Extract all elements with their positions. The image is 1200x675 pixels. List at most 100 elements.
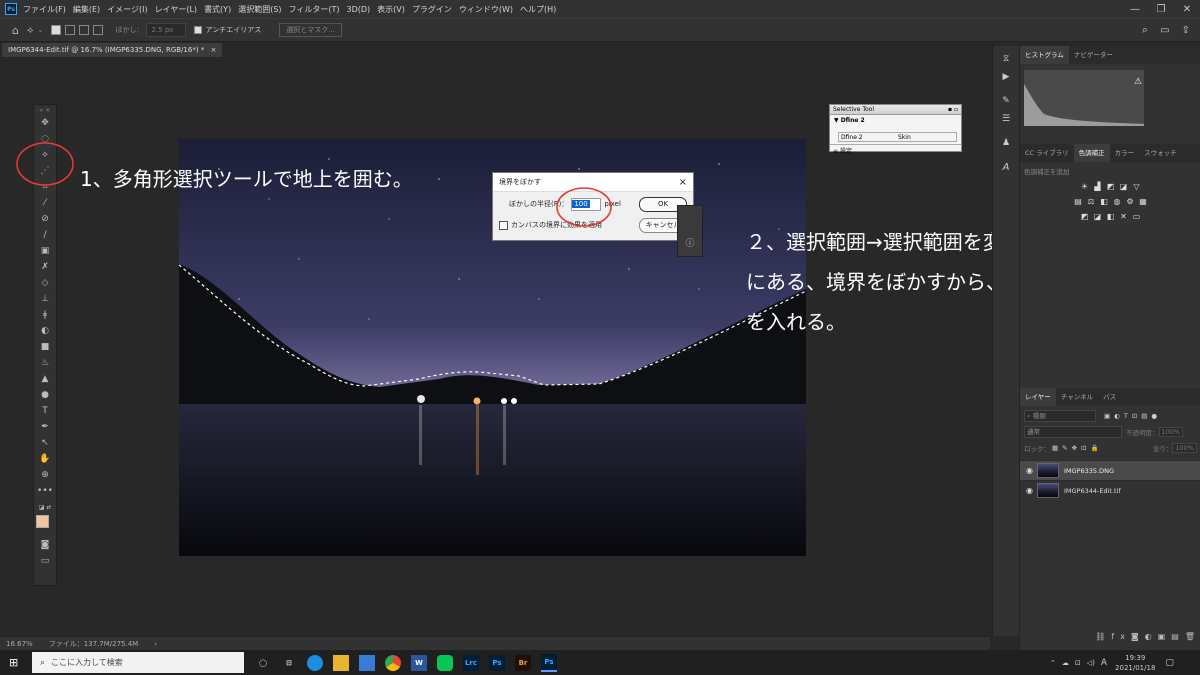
more-tools-icon[interactable]: •••: [34, 483, 56, 499]
posterize-icon[interactable]: ◪: [1093, 212, 1102, 221]
antialias-checkbox[interactable]: [194, 26, 203, 34]
exposure-icon[interactable]: ◪: [1119, 182, 1128, 191]
ime-indicator[interactable]: A: [1101, 658, 1107, 668]
tab-navigator[interactable]: ナビゲーター: [1069, 46, 1118, 64]
hand-tool-icon[interactable]: ✋: [34, 451, 56, 467]
polygonal-lasso-preset-icon[interactable]: ⟡: [27, 25, 34, 36]
menu-filter[interactable]: フィルター(T): [289, 4, 340, 15]
swap-colors-icon[interactable]: ◪ ⇄: [34, 499, 56, 515]
new-selection-icon[interactable]: [51, 25, 62, 35]
people-icon[interactable]: ♟: [993, 138, 1019, 148]
line-app-icon[interactable]: [437, 654, 453, 671]
layer-kind-filter[interactable]: ⌕ 種類: [1024, 410, 1096, 422]
selective-tool-close-icon[interactable]: ▪ ▫: [948, 106, 958, 113]
photoshop-active-icon[interactable]: Ps: [541, 653, 557, 672]
menu-select[interactable]: 選択範囲(S): [238, 4, 281, 15]
apply-edge-checkbox[interactable]: [499, 220, 508, 230]
tab-histogram[interactable]: ヒストグラム: [1020, 46, 1069, 64]
bridge-app-icon[interactable]: Br: [515, 654, 531, 671]
eyedropper-tool-icon[interactable]: ⁄: [34, 195, 56, 211]
tray-chevron-icon[interactable]: ⌃: [1050, 659, 1056, 667]
properties-icon[interactable]: ☰: [993, 114, 1019, 124]
menu-window[interactable]: ウィンドウ(W): [459, 4, 513, 15]
tab-cc-library[interactable]: CC ライブラリ: [1020, 144, 1074, 162]
menu-layer[interactable]: レイヤー(L): [155, 4, 197, 15]
home-icon[interactable]: ⌂: [12, 24, 19, 37]
selective-tool-settings[interactable]: ≡ 設定: [830, 144, 961, 156]
chevron-down-icon[interactable]: ⌄: [38, 26, 44, 34]
selective-color-icon[interactable]: ✕: [1119, 212, 1128, 221]
layer-name[interactable]: IMGP6344-Edit.tif: [1064, 487, 1121, 495]
task-view-icon[interactable]: ◯: [255, 655, 271, 671]
color-swatches[interactable]: [34, 515, 56, 537]
zoom-tool-icon[interactable]: ⊕: [34, 467, 56, 483]
onedrive-icon[interactable]: ☁: [1062, 659, 1069, 667]
select-and-mask-button[interactable]: 選択とマスク...: [279, 23, 342, 37]
close-tab-icon[interactable]: ×: [211, 46, 217, 54]
toolbar-grip-icon[interactable]: » ×: [34, 105, 56, 115]
taskbar-search-box[interactable]: ⌕ ここに入力して検索: [32, 652, 244, 673]
network-icon[interactable]: ⊡: [1075, 659, 1081, 667]
workspace-icon[interactable]: ▭: [1160, 25, 1169, 36]
tab-color[interactable]: カラー: [1110, 144, 1140, 162]
info-icon[interactable]: ⓘ: [678, 236, 702, 249]
close-window-icon[interactable]: ✕: [1174, 4, 1200, 15]
photo-filter-icon[interactable]: ◍: [1113, 197, 1122, 206]
volume-icon[interactable]: ◁): [1087, 659, 1095, 667]
layer-footer-icons[interactable]: ⛓fx◙◐▣▤🗑: [1020, 632, 1200, 641]
menu-plugins[interactable]: プラグイン: [412, 4, 452, 15]
share-icon[interactable]: ⇪: [1182, 25, 1190, 36]
glyphs-icon[interactable]: A: [993, 162, 1019, 173]
tab-paths[interactable]: パス: [1098, 388, 1121, 406]
gradient-tool-icon[interactable]: ◐: [34, 323, 56, 339]
foreground-color[interactable]: [36, 515, 49, 528]
visibility-eye-icon[interactable]: ◉: [1026, 486, 1033, 495]
color-balance-icon[interactable]: ⚖: [1087, 197, 1096, 206]
dialog-close-icon[interactable]: ×: [679, 177, 687, 188]
layer-row[interactable]: ◉ IMGP6335.DNG: [1020, 460, 1200, 480]
history-icon[interactable]: ⧖: [993, 54, 1019, 64]
menu-help[interactable]: ヘルプ(H): [520, 4, 556, 15]
layer-row[interactable]: ◉ IMGP6344-Edit.tif: [1020, 480, 1200, 500]
chrome-icon[interactable]: [385, 654, 401, 671]
tab-swatches[interactable]: スウォッチ: [1139, 144, 1182, 162]
history-brush-tool-icon[interactable]: ✗: [34, 259, 56, 275]
blur-tool-icon[interactable]: ♨: [34, 355, 56, 371]
dodge-tool-icon[interactable]: ●: [34, 387, 56, 403]
actions-play-icon[interactable]: ▶: [993, 72, 1019, 82]
clone-stamp-tool-icon[interactable]: ▣: [34, 243, 56, 259]
notification-icon[interactable]: ▢: [1165, 658, 1174, 668]
word-app-icon[interactable]: W: [411, 654, 427, 671]
menu-file[interactable]: ファイル(F): [23, 4, 66, 15]
menu-type[interactable]: 書式(Y): [204, 4, 231, 15]
file-explorer-icon[interactable]: [333, 654, 349, 671]
brightness-icon[interactable]: ☀: [1080, 182, 1089, 191]
selective-tool-plugin[interactable]: ▼ Dfine 2: [830, 115, 961, 126]
type-tool-icon[interactable]: T: [34, 403, 56, 419]
subtract-selection-icon[interactable]: [79, 25, 90, 35]
brush-tool-icon[interactable]: ∕: [34, 227, 56, 243]
sharpen-tool-icon[interactable]: ▲: [34, 371, 56, 387]
black-white-icon[interactable]: ◧: [1100, 197, 1109, 206]
photoshop-app-icon[interactable]: Ps: [489, 654, 505, 671]
minimize-icon[interactable]: —: [1122, 4, 1148, 15]
widgets-icon[interactable]: ⊟: [281, 655, 297, 671]
add-selection-icon[interactable]: [65, 25, 76, 35]
move-tool-icon[interactable]: ✥: [34, 115, 56, 131]
selective-tool-col1[interactable]: Dfine 2: [839, 134, 896, 141]
menu-edit[interactable]: 編集(E): [73, 4, 100, 15]
color-lookup-icon[interactable]: ▦: [1139, 197, 1148, 206]
quick-mask-icon[interactable]: ◙: [34, 537, 56, 553]
blend-mode-select[interactable]: 通常: [1024, 426, 1122, 438]
fill-input[interactable]: 100%: [1172, 443, 1197, 453]
menu-3d[interactable]: 3D(D): [347, 5, 371, 14]
channel-mixer-icon[interactable]: ⚙: [1126, 197, 1135, 206]
healing-brush-tool-icon[interactable]: ⊘: [34, 211, 56, 227]
status-arrow-icon[interactable]: ›: [154, 640, 157, 648]
store-icon[interactable]: [359, 654, 375, 671]
paint-bucket-tool-icon[interactable]: ■: [34, 339, 56, 355]
screen-mode-icon[interactable]: ▭: [34, 553, 56, 569]
selective-tool-col2[interactable]: Skin: [896, 134, 911, 141]
layer-filter-icons[interactable]: ▣◐T⊡▤●: [1104, 412, 1161, 420]
stamp-tool-icon[interactable]: ⊥: [34, 291, 56, 307]
